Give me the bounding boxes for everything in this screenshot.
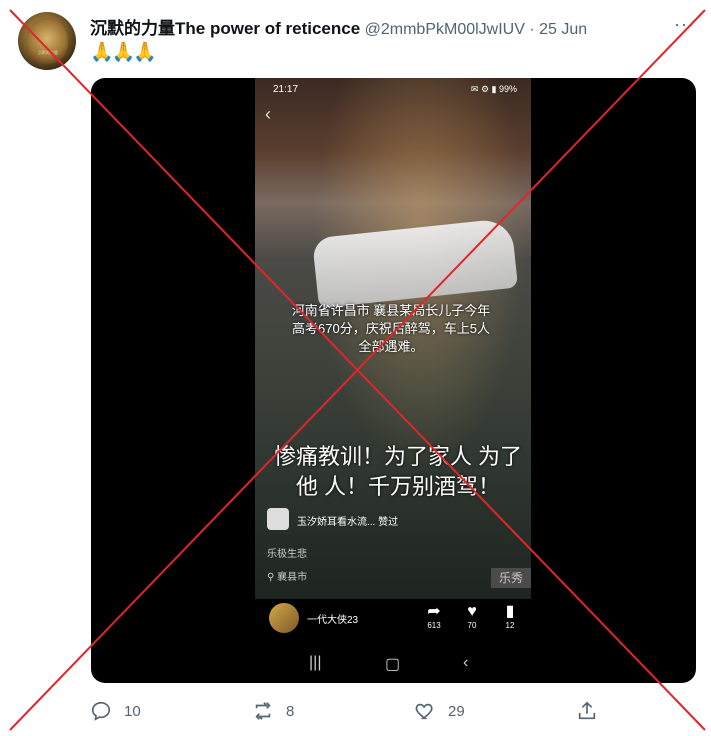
- video-caption: 河南省许昌市 襄县某局长儿子今年高考670分，庆祝后醉驾，车上5人全部遇难。: [291, 303, 491, 354]
- author-avatar[interactable]: 沉默的力量: [18, 12, 76, 70]
- status-time: 21:17: [273, 84, 299, 95]
- reply-button[interactable]: 10: [90, 696, 141, 726]
- uploader-avatar[interactable]: [269, 603, 299, 633]
- like-count: 70: [467, 621, 477, 630]
- reply-icon: [91, 701, 111, 721]
- retweet-count: 8: [286, 702, 295, 720]
- video-subtag: 乐极生悲: [267, 549, 307, 560]
- share-button[interactable]: [576, 696, 598, 726]
- author-handle[interactable]: @2mmbPkM00lJwIUV: [365, 21, 525, 38]
- heart-icon: ♥: [467, 603, 477, 620]
- tweet-actions: 10 8 29: [90, 696, 690, 726]
- separator: ·: [529, 21, 535, 38]
- comment-count: 12: [505, 621, 515, 630]
- more-icon[interactable]: ···: [674, 14, 695, 35]
- tweet-date[interactable]: 25 Jun: [539, 21, 587, 38]
- share-count: 613: [427, 621, 441, 630]
- reply-count: 10: [124, 702, 141, 720]
- status-icons: ✉ ⚙ ▮ 99%: [470, 84, 517, 94]
- tweet-text: 🙏🙏🙏: [90, 42, 157, 63]
- like-button[interactable]: 29: [414, 696, 465, 726]
- video-location: ⚲ 襄县市: [267, 568, 307, 583]
- lion-image: [26, 18, 68, 64]
- share-icon: [578, 701, 596, 720]
- like-count-tweet: 29: [448, 702, 465, 720]
- retweet-button[interactable]: 8: [252, 696, 294, 726]
- retweet-icon: [255, 702, 271, 720]
- music-disc-icon: [267, 508, 289, 530]
- uploader-name[interactable]: 一代大侠23: [307, 611, 358, 626]
- location-text: 襄县市: [277, 572, 308, 583]
- share-stat[interactable]: ➦ 613: [419, 603, 449, 630]
- author-name[interactable]: 沉默的力量The power of reticence: [90, 19, 360, 38]
- avatar-caption: 沉默的力量: [38, 50, 58, 55]
- comment-stat[interactable]: ▮ 12: [495, 603, 525, 630]
- phone-status-bar: 21:17 ✉ ⚙ ▮ 99%: [255, 78, 531, 98]
- heart-outline-icon: [415, 703, 433, 720]
- home-icon[interactable]: ▢: [385, 654, 400, 674]
- location-pin-icon: ⚲: [267, 572, 275, 583]
- music-text: 玉汐娇耳看水流... 赞过: [297, 517, 399, 528]
- music-row[interactable]: 玉汐娇耳看水流... 赞过: [267, 508, 517, 532]
- video-media[interactable]: 21:17 ✉ ⚙ ▮ 99% ‹ 河南省许昌市 襄县某局长儿子今年高考670分…: [91, 78, 696, 683]
- back-arrow-icon[interactable]: ‹: [265, 104, 271, 125]
- recent-apps-icon[interactable]: |||: [309, 654, 321, 672]
- video-headline: 惨痛教训！为了家人 为了他 人！千万别酒驾！: [273, 444, 523, 499]
- uploader-row: 一代大侠23 ➦ 613 ♥ 70 ▮ 12: [255, 599, 531, 639]
- watermark: 乐秀: [491, 568, 531, 588]
- back-icon[interactable]: ‹: [463, 654, 468, 672]
- share-arrow-icon: ➦: [427, 603, 441, 620]
- android-nav-bar: ||| ▢ ‹: [255, 650, 531, 680]
- like-stat[interactable]: ♥ 70: [457, 603, 487, 630]
- tweet-header: 沉默的力量The power of reticence @2mmbPkM00lJ…: [90, 14, 691, 38]
- phone-screen: 21:17 ✉ ⚙ ▮ 99% ‹ 河南省许昌市 襄县某局长儿子今年高考670分…: [255, 78, 531, 599]
- comment-bubble-icon: ▮: [505, 603, 515, 620]
